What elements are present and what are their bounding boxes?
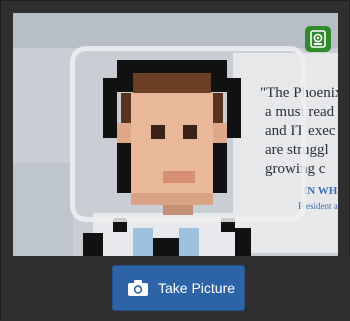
face-guide-frame [70, 46, 306, 222]
capture-toolbar: Take Picture [1, 256, 350, 321]
take-picture-label: Take Picture [158, 280, 236, 296]
webcam-capture-panel: "The Phoenix a must read and IT exec are… [0, 0, 350, 321]
camera-icon [128, 280, 148, 296]
camera-switch-icon [310, 30, 326, 48]
poster-author: IN WHITEH [303, 185, 338, 197]
take-picture-button[interactable]: Take Picture [112, 265, 245, 311]
switch-camera-button[interactable] [305, 26, 331, 52]
camera-viewport: "The Phoenix a must read and IT exec are… [13, 13, 338, 256]
